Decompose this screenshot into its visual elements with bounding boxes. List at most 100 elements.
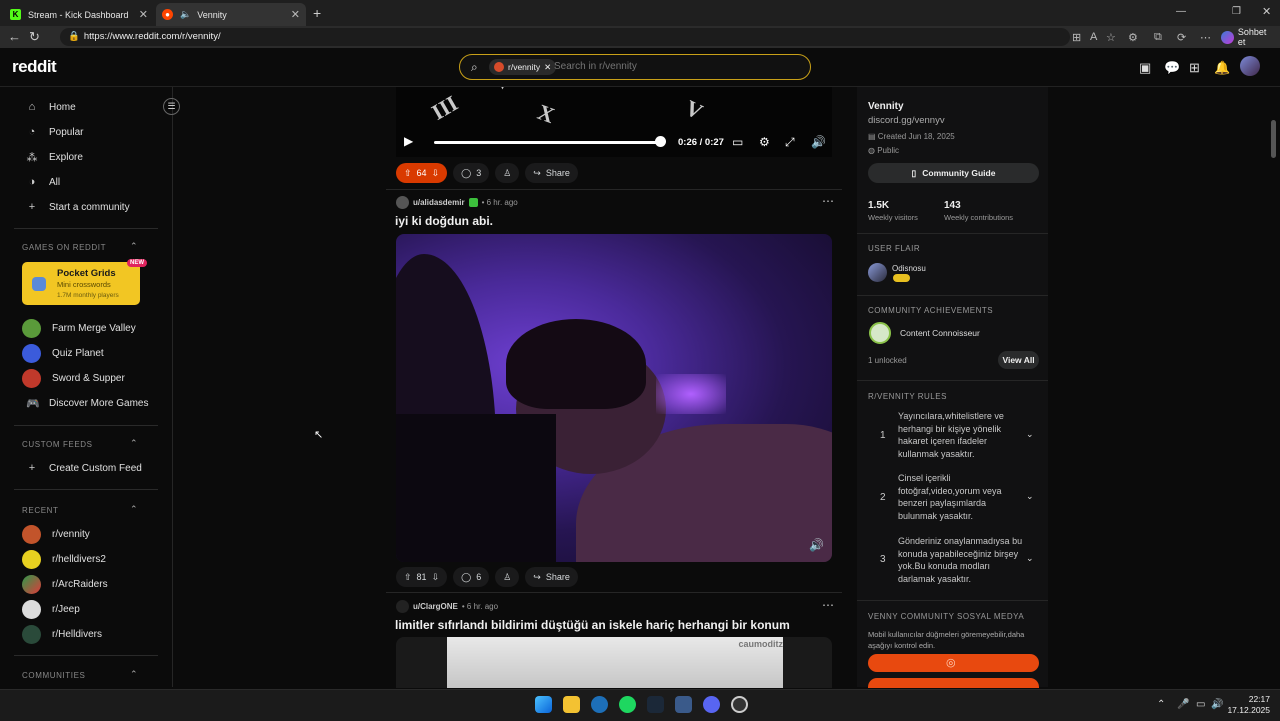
user-avatar[interactable] <box>1240 56 1260 76</box>
back-icon[interactable]: ← <box>8 29 21 44</box>
user-avatar[interactable] <box>396 600 409 613</box>
recent-helldivers2[interactable]: r/helldivers2 <box>22 550 106 569</box>
read-aloud-icon[interactable]: A <box>1090 31 1097 43</box>
post-title[interactable]: limitler sıfırlandı bildirimi düştüğü an… <box>395 618 790 632</box>
taskbar-clock[interactable]: 22:17 17.12.2025 <box>1226 694 1270 716</box>
chevron-up-icon[interactable]: ⌃ <box>130 241 138 252</box>
chevron-up-icon[interactable]: ⌃ <box>130 438 138 449</box>
tray-chevron-icon[interactable]: ⌃ <box>1157 699 1165 710</box>
recent-arcraiders[interactable]: r/ArcRaiders <box>22 575 108 594</box>
subreddit-filter-chip[interactable]: r/vennity ✕ <box>489 59 557 75</box>
sidebar-item-popular[interactable]: ◔ Popular <box>26 126 84 138</box>
social-link-button[interactable]: ◎ <box>868 654 1039 672</box>
favorite-star-icon[interactable]: ☆ <box>1106 31 1116 44</box>
captions-icon[interactable]: ▭ <box>732 135 743 149</box>
user-avatar[interactable] <box>396 196 409 209</box>
rule-item[interactable]: 3 Gönderiniz onaylanmadıysa bu konuda ya… <box>868 535 1039 587</box>
award-button[interactable]: ♙ <box>495 567 520 587</box>
share-button[interactable]: ↪ Share <box>525 567 578 587</box>
chevron-down-icon[interactable]: ⌄ <box>1026 553 1034 564</box>
post-overflow-menu-icon[interactable]: ⋯ <box>822 194 834 208</box>
app-icon[interactable] <box>731 696 748 713</box>
refresh-icon[interactable]: ↻ <box>29 29 40 45</box>
maximize-button[interactable]: ❐ <box>1232 6 1241 17</box>
close-tab-icon[interactable]: ✕ <box>291 8 300 21</box>
create-post-icon[interactable]: ⊞ <box>1189 60 1200 76</box>
new-tab-button[interactable]: + <box>313 5 321 21</box>
speaker-icon[interactable]: 🔊 <box>1211 699 1223 710</box>
game-quiz-planet[interactable]: Quiz Planet <box>22 344 104 363</box>
rule-item[interactable]: 2 Cinsel içerikli fotoğraf,video,yorum v… <box>868 472 1039 524</box>
scrollbar-thumb[interactable] <box>1271 120 1276 158</box>
network-icon[interactable]: ▭ <box>1196 699 1205 710</box>
close-tab-icon[interactable]: ✕ <box>139 8 148 21</box>
seek-bar[interactable] <box>434 141 662 144</box>
game-farm-merge-valley[interactable]: Farm Merge Valley <box>22 319 136 338</box>
sidebar-item-all[interactable]: ◑ All <box>26 176 60 188</box>
featured-game-card[interactable]: Pocket Grids Mini crosswords 1.7M monthl… <box>22 262 140 305</box>
volume-icon[interactable]: 🔊 <box>809 538 824 552</box>
app-icon[interactable] <box>675 696 692 713</box>
collapse-sidebar-button[interactable]: ☰ <box>163 98 180 115</box>
notifications-icon[interactable]: 🔔 <box>1214 60 1230 76</box>
microphone-icon[interactable]: 🎤 <box>1177 699 1189 710</box>
post-author[interactable]: u/alidasdemir <box>413 198 465 207</box>
spotify-icon[interactable] <box>619 696 636 713</box>
post-author[interactable]: u/ClargONE <box>413 602 458 611</box>
sync-icon[interactable]: ⟳ <box>1177 31 1186 44</box>
volume-icon[interactable]: 🔊 <box>811 135 826 149</box>
post-overflow-menu-icon[interactable]: ⋯ <box>822 598 834 612</box>
view-all-button[interactable]: View All <box>998 351 1039 369</box>
community-link[interactable]: discord.gg/vennyv <box>868 115 945 126</box>
chevron-up-icon[interactable]: ⌃ <box>130 504 138 515</box>
close-window-button[interactable]: ✕ <box>1262 5 1271 18</box>
sidebar-item-home[interactable]: ⌂ Home <box>26 101 76 113</box>
post-image[interactable]: 🔊 <box>396 234 832 562</box>
extensions-icon[interactable]: ⚙ <box>1128 31 1138 44</box>
post-title[interactable]: iyi ki doğdun abi. <box>395 214 493 228</box>
settings-icon[interactable]: ⚙ <box>759 135 770 149</box>
sidebar-item-explore[interactable]: ⁂ Explore <box>26 151 83 164</box>
chat-icon[interactable]: 💬 <box>1164 60 1180 76</box>
vote-control[interactable]: ⇧ 81 ⇩ <box>396 567 448 587</box>
search-bar[interactable]: ⌕ r/vennity ✕ <box>459 54 811 80</box>
advertise-icon[interactable]: ▣ <box>1139 60 1151 76</box>
reddit-logo[interactable]: reddit <box>12 57 57 77</box>
sidebar-item-start-community[interactable]: + Start a community <box>26 201 130 213</box>
url-field[interactable]: 🔒 https://www.reddit.com/r/vennity/ <box>60 28 1070 46</box>
edge-icon[interactable] <box>591 696 608 713</box>
tab-vennity[interactable]: ● 🔈 Vennity ✕ <box>156 3 306 26</box>
downvote-icon[interactable]: ⇩ <box>432 168 440 179</box>
upvote-icon[interactable]: ⇧ <box>404 168 412 179</box>
reader-icon[interactable]: ⊞ <box>1072 31 1081 44</box>
windows-start-icon[interactable] <box>535 696 552 713</box>
chevron-up-icon[interactable]: ⌃ <box>130 669 138 680</box>
downvote-icon[interactable]: ⇩ <box>432 572 440 583</box>
fullscreen-icon[interactable]: ⤢ <box>785 135 795 150</box>
award-button[interactable]: ♙ <box>495 163 520 183</box>
upvote-icon[interactable]: ⇧ <box>404 572 412 583</box>
social-link-button[interactable] <box>868 678 1039 688</box>
minimize-button[interactable]: — <box>1176 6 1186 17</box>
speaker-icon[interactable]: 🔈 <box>180 9 191 20</box>
discord-icon[interactable] <box>703 696 720 713</box>
comments-button[interactable]: ◯ 6 <box>453 567 490 587</box>
collections-icon[interactable]: ⧉ <box>1154 31 1162 44</box>
recent-jeep[interactable]: r/Jeep <box>22 600 80 619</box>
chevron-down-icon[interactable]: ⌄ <box>1026 491 1034 502</box>
tab-kick-dashboard[interactable]: K Stream - Kick Dashboard ✕ <box>4 3 154 26</box>
post-image[interactable]: caumoditz <box>396 637 832 688</box>
discover-more-games[interactable]: 🎮 Discover More Games <box>26 397 148 410</box>
file-explorer-icon[interactable] <box>563 696 580 713</box>
steam-icon[interactable] <box>647 696 664 713</box>
game-sword-supper[interactable]: Sword & Supper <box>22 369 125 388</box>
vote-control[interactable]: ⇧ 64 ⇩ <box>396 163 448 183</box>
community-guide-button[interactable]: ▯ Community Guide <box>868 163 1039 183</box>
play-icon[interactable]: ▶ <box>404 134 413 148</box>
seek-handle[interactable] <box>655 136 666 147</box>
search-input[interactable] <box>552 60 796 73</box>
chevron-down-icon[interactable]: ⌄ <box>1026 429 1034 440</box>
comments-button[interactable]: ◯ 3 <box>453 163 490 183</box>
copilot-chat-button[interactable]: Sohbet et <box>1217 27 1280 47</box>
more-menu-icon[interactable]: ⋯ <box>1200 31 1211 44</box>
